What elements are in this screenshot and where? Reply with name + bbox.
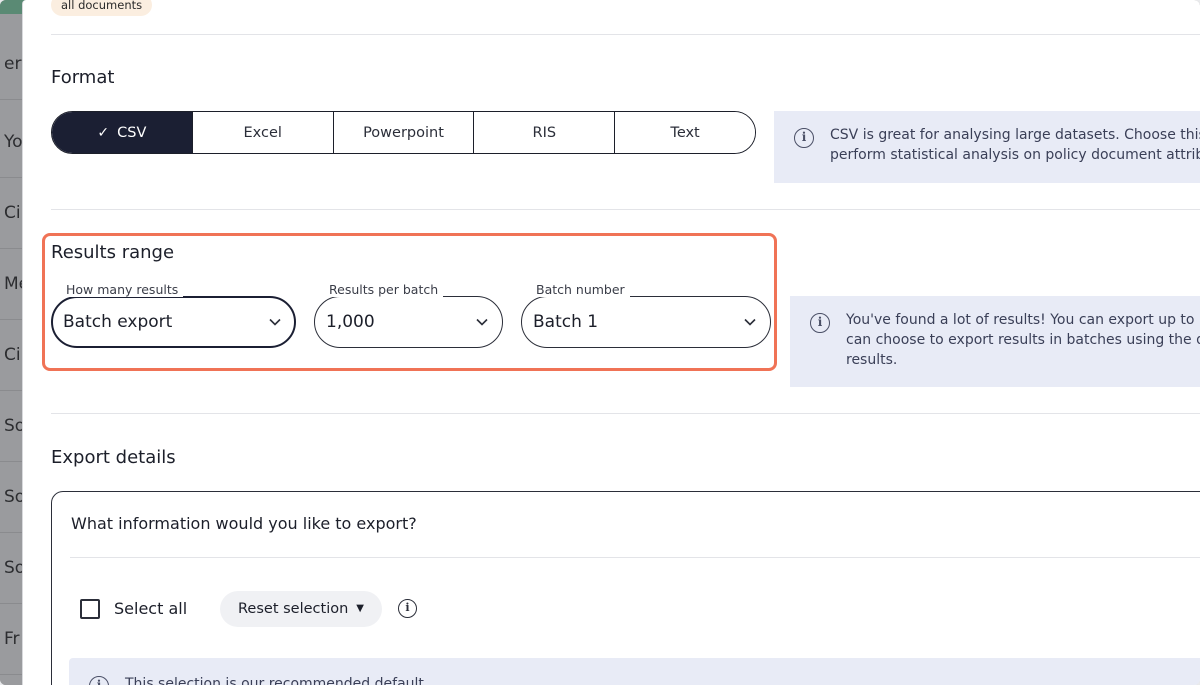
default-selection-text: This selection is our recommended defaul… [125, 676, 424, 685]
results-info-line: You've found a lot of results! You can e… [846, 312, 1200, 328]
divider [51, 413, 1200, 414]
caret-down-icon: ▼ [356, 603, 364, 614]
check-icon: ✓ [97, 124, 110, 141]
info-icon: i [794, 128, 814, 148]
export-details-card: What information would you like to expor… [51, 491, 1200, 685]
export-panel: all documents Format ✓ CSV Excel Powerpo… [22, 0, 1200, 685]
format-option-csv[interactable]: ✓ CSV [52, 112, 192, 153]
documents-chip: all documents [51, 0, 153, 16]
divider [51, 34, 1200, 35]
info-icon: i [89, 676, 109, 685]
format-option-label: Text [670, 124, 700, 141]
format-option-label: RIS [532, 124, 557, 141]
divider [51, 209, 1200, 210]
format-option-text[interactable]: Text [614, 112, 755, 153]
format-option-label: Powerpoint [363, 124, 444, 141]
results-info-box: i You've found a lot of results! You can… [790, 296, 1200, 387]
format-option-excel[interactable]: Excel [191, 112, 333, 153]
reset-selection-button[interactable]: Reset selection ▼ [220, 591, 382, 627]
format-segmented-control: ✓ CSV Excel Powerpoint RIS Text [51, 111, 756, 154]
screen: ers Yo Ci Me Ci So So So Fr all document… [0, 0, 1200, 685]
format-title: Format [51, 67, 115, 88]
format-info-box: i CSV is great for analysing large datas… [774, 111, 1200, 183]
results-range-highlight [42, 233, 777, 371]
format-info-line: perform statistical analysis on policy d… [830, 147, 1200, 163]
info-icon[interactable]: i [398, 599, 417, 618]
export-question: What information would you like to expor… [71, 514, 417, 533]
results-info-line: can choose to export results in batches … [846, 332, 1200, 348]
results-info-line: results. [846, 352, 898, 368]
format-option-powerpoint[interactable]: Powerpoint [332, 112, 474, 153]
reset-selection-label: Reset selection [238, 601, 349, 617]
format-info-line: CSV is great for analysing large dataset… [830, 127, 1200, 143]
default-selection-note: i This selection is our recommended defa… [69, 658, 1200, 685]
divider [70, 557, 1200, 558]
info-icon: i [810, 313, 830, 333]
select-all-label[interactable]: Select all [114, 599, 187, 619]
format-option-label: Excel [243, 124, 282, 141]
format-option-ris[interactable]: RIS [473, 112, 615, 153]
export-details-title: Export details [51, 447, 176, 468]
format-option-label: CSV [117, 124, 147, 141]
select-all-checkbox[interactable] [80, 599, 100, 619]
